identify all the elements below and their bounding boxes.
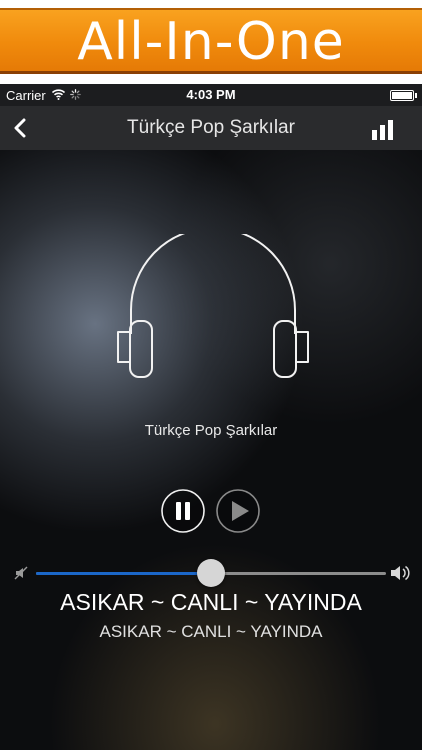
nav-title: Türkçe Pop Şarkılar xyxy=(127,117,295,138)
navigation-bar: Türkçe Pop Şarkılar xyxy=(0,106,422,150)
battery-icon xyxy=(390,90,417,101)
pause-button[interactable] xyxy=(161,489,205,533)
slider-thumb[interactable] xyxy=(197,559,225,587)
song-title: ASIKAR ~ CANLI ~ YAYINDA xyxy=(60,589,362,615)
equalizer-bars-icon[interactable] xyxy=(370,118,396,140)
banner-title: All-In-One xyxy=(77,12,345,72)
volume-high-icon xyxy=(391,565,410,581)
slider-fill xyxy=(36,572,211,575)
song-subtitle: ASIKAR ~ CANLI ~ YAYINDA xyxy=(99,622,323,641)
phone-screen: Carrier 4:03 PM Türkçe Pop Şarkılar Türk… xyxy=(0,84,422,750)
station-name: Türkçe Pop Şarkılar xyxy=(144,422,278,439)
app-banner: All-In-One xyxy=(0,0,422,82)
headphones-icon xyxy=(117,234,309,378)
volume-slider[interactable] xyxy=(36,559,386,587)
status-bar: Carrier 4:03 PM xyxy=(0,84,422,106)
banner-bar: All-In-One xyxy=(0,8,422,74)
play-button[interactable] xyxy=(216,489,260,533)
status-time: 4:03 PM xyxy=(186,87,236,102)
volume-mute-icon xyxy=(14,566,28,580)
